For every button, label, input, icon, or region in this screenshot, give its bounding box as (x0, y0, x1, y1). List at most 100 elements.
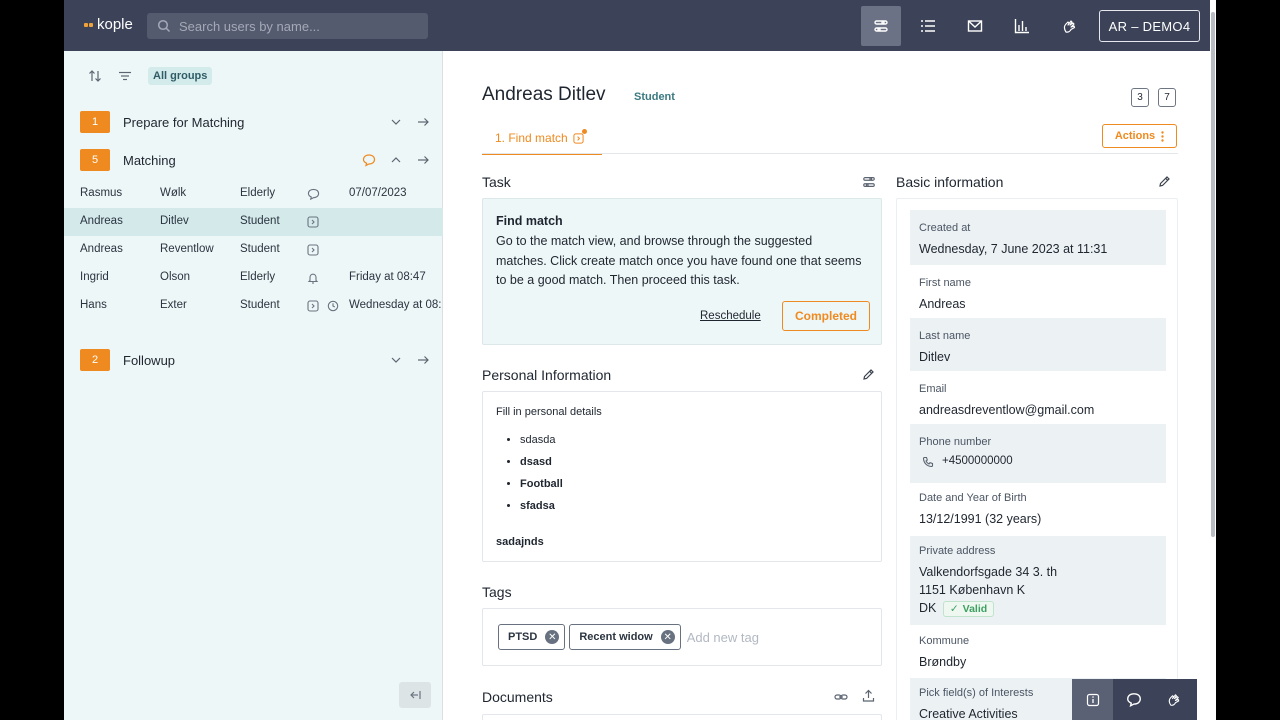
chevron-up-icon[interactable] (388, 152, 404, 168)
tab-divider (482, 153, 1178, 154)
filter-icon[interactable] (118, 69, 132, 83)
info-button[interactable] (1072, 679, 1113, 720)
logo-text: kople (97, 16, 133, 33)
user-row[interactable]: Andreas Reventlow Student (64, 236, 443, 264)
user-detail-panel: Andreas Ditlev Student 3 7 1. Find match… (444, 51, 1216, 720)
upload-icon[interactable] (862, 689, 875, 702)
chevron-down-icon[interactable] (388, 114, 404, 130)
info-box-icon (1086, 693, 1099, 706)
address-line-3: DK (919, 601, 937, 615)
role: Student (240, 215, 280, 227)
nav-tasks-button[interactable] (861, 6, 901, 46)
basic-info-card: Created at Wednesday, 7 June 2023 at 11:… (896, 198, 1178, 720)
nav-mail-button[interactable] (955, 6, 995, 46)
remove-tag-icon[interactable]: ✕ (660, 630, 675, 644)
tag-chip: PTSD ✕ (498, 624, 566, 650)
reschedule-link[interactable]: Reschedule (700, 310, 761, 322)
field-label: Last name (919, 330, 971, 342)
pi-list: sdasda dsasd Football sfadsa (520, 433, 563, 521)
user-menu-button[interactable]: AR – DEMO4 (1099, 10, 1200, 42)
task-card: Find match Go to the match view, and bro… (482, 198, 882, 345)
field-label: Phone number (919, 436, 992, 448)
valid-badge: ✓ Valid (942, 600, 995, 617)
user-row[interactable]: Rasmus Wølk Elderly 07/07/2023 (64, 180, 443, 208)
group-matching[interactable]: 5 Matching (80, 148, 430, 172)
tag-chip: Recent widow ✕ (569, 624, 681, 650)
nav-chart-button[interactable] (1002, 6, 1042, 46)
field-label: Private address (919, 545, 996, 557)
sort-icon[interactable] (88, 69, 102, 83)
field-email: Email andreasdreventlow@gmail.com (910, 371, 1166, 424)
field-value: andreasdreventlow@gmail.com (919, 403, 1095, 417)
list-icon (921, 20, 935, 32)
arrow-right-icon[interactable] (415, 152, 431, 168)
task-description: Go to the match view, and browse through… (496, 234, 862, 287)
page-scrollbar[interactable] (1210, 0, 1216, 720)
counter-badge-a[interactable]: 3 (1131, 88, 1149, 107)
address-line-3-wrap: DK ✓ Valid (919, 599, 995, 617)
task-box-icon (307, 244, 319, 256)
chat-button[interactable] (1113, 679, 1154, 720)
user-row[interactable]: Ingrid Olson Elderly Friday at 08:47 (64, 264, 443, 292)
last-name: Olson (160, 271, 191, 283)
user-role-badge: Student (634, 91, 675, 103)
user-row[interactable]: Hans Exter Student Wednesday at 08: (64, 292, 443, 320)
tag-label: PTSD (508, 631, 538, 643)
field-created-at: Created at Wednesday, 7 June 2023 at 11:… (910, 210, 1166, 265)
groups-sidebar: All groups 1 Prepare for Matching 5 Matc… (64, 51, 443, 720)
valid-label: Valid (962, 602, 988, 615)
group-count-badge: 2 (80, 349, 110, 371)
field-label: Pick field(s) of Interests (919, 687, 1034, 699)
user-name-title: Andreas Ditlev (482, 84, 606, 105)
phone-icon[interactable] (922, 456, 934, 468)
tab-find-match[interactable]: 1. Find match (482, 123, 602, 155)
group-label: Matching (123, 152, 176, 168)
counter-badge-b[interactable]: 7 (1158, 88, 1176, 107)
link-icon[interactable] (834, 690, 848, 704)
user-row-selected[interactable]: Andreas Ditlev Student (64, 208, 443, 236)
pi-list-item: sdasda (520, 433, 563, 455)
address-line-1: Valkendorfsgade 34 3. th (919, 565, 1058, 579)
chevron-down-icon[interactable] (388, 352, 404, 368)
role: Elderly (240, 187, 276, 199)
field-value: Andreas (919, 297, 966, 311)
field-label: Created at (919, 222, 971, 234)
collapse-sidebar-button[interactable] (399, 682, 431, 708)
collapse-left-icon (410, 691, 421, 699)
completed-button[interactable]: Completed (782, 301, 870, 331)
nav-list-button[interactable] (908, 6, 948, 46)
edit-pencil-icon[interactable] (1158, 175, 1171, 188)
actions-button[interactable]: Actions (1102, 124, 1177, 148)
group-label: Followup (123, 352, 176, 368)
pi-list-item: dsasd (520, 455, 563, 477)
chart-icon (1014, 19, 1029, 34)
group-count-badge: 1 (80, 111, 110, 133)
field-address: Private address Valkendorfsgade 34 3. th… (910, 536, 1166, 625)
documents-heading: Documents (482, 689, 553, 705)
pi-list-item: sfadsa (520, 499, 563, 521)
clock-icon (327, 300, 339, 312)
first-name: Rasmus (80, 187, 123, 199)
nav-hand-button[interactable] (1050, 6, 1090, 46)
search-input[interactable] (179, 18, 419, 34)
task-settings-icon[interactable] (862, 175, 876, 189)
search-box[interactable] (147, 13, 428, 39)
all-groups-chip[interactable]: All groups (148, 67, 213, 85)
remove-tag-icon[interactable]: ✕ (545, 630, 560, 644)
actions-label: Actions (1114, 130, 1156, 142)
scrollbar-thumb[interactable] (1211, 12, 1215, 537)
add-tag-input[interactable] (686, 629, 807, 645)
edit-pencil-icon[interactable] (862, 368, 875, 381)
pi-intro: Fill in personal details (496, 406, 602, 418)
group-prepare-for-matching[interactable]: 1 Prepare for Matching (80, 110, 430, 134)
hand-icon (1063, 20, 1076, 33)
documents-card (482, 714, 882, 720)
chat-bubble-icon[interactable] (361, 152, 377, 168)
basic-info-heading: Basic information (896, 174, 1004, 190)
task-heading: Task (482, 174, 511, 190)
logo[interactable]: kople (84, 16, 133, 33)
hand-button[interactable] (1154, 679, 1195, 720)
arrow-right-icon[interactable] (415, 114, 431, 130)
arrow-right-icon[interactable] (415, 352, 431, 368)
group-followup[interactable]: 2 Followup (80, 348, 430, 372)
